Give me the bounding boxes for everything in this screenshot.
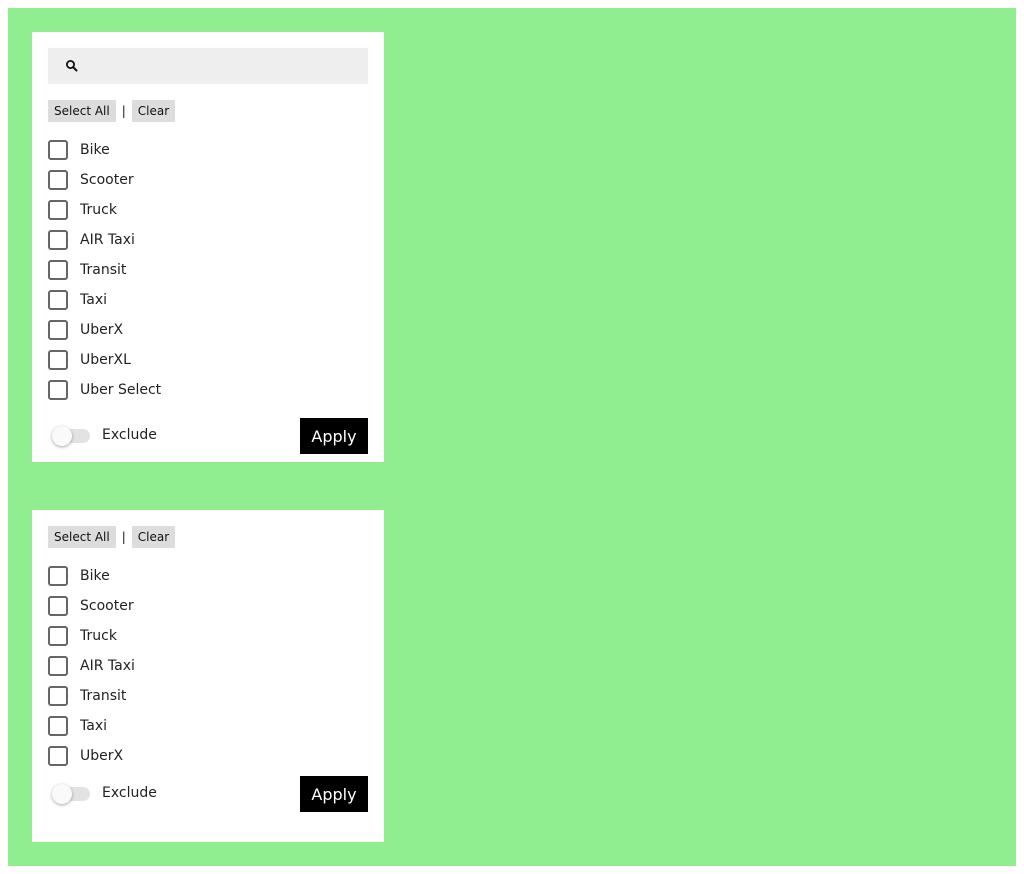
checkbox[interactable]	[48, 626, 68, 646]
checkbox[interactable]	[48, 140, 68, 160]
search-box[interactable]	[48, 48, 368, 84]
list-item[interactable]: Taxi	[48, 711, 368, 741]
toggle-knob[interactable]	[52, 426, 72, 446]
exclude-label: Exclude	[102, 785, 157, 801]
exclude-toggle[interactable]	[52, 426, 90, 446]
checkbox[interactable]	[48, 746, 68, 766]
option-list[interactable]: Bike Scooter Truck AIR Taxi Transit Taxi	[48, 135, 368, 401]
list-item[interactable]: Transit	[48, 681, 368, 711]
clear-button[interactable]: Clear	[131, 526, 176, 548]
list-item[interactable]: Uber Select	[48, 375, 368, 401]
page-background: Select All | Clear Bike Scooter Truck AI…	[8, 8, 1016, 866]
select-all-button[interactable]: Select All	[48, 100, 116, 122]
option-label: Truck	[80, 628, 117, 644]
option-label: Truck	[80, 202, 117, 218]
list-item[interactable]: Transit	[48, 255, 368, 285]
list-item[interactable]: AIR Taxi	[48, 651, 368, 681]
select-all-button[interactable]: Select All	[48, 526, 116, 548]
option-label: Uber Select	[80, 382, 162, 398]
toggle-knob[interactable]	[52, 784, 72, 804]
option-label: UberX	[80, 322, 124, 338]
actions-separator: |	[121, 104, 126, 118]
search-icon	[66, 60, 78, 72]
list-item[interactable]: Scooter	[48, 165, 368, 195]
option-label: AIR Taxi	[80, 658, 135, 674]
option-label: UberXL	[80, 352, 131, 368]
checkbox[interactable]	[48, 686, 68, 706]
option-label: Scooter	[80, 598, 134, 614]
filter-panel-with-search: Select All | Clear Bike Scooter Truck AI…	[32, 32, 384, 462]
option-label: Transit	[80, 688, 127, 704]
list-item[interactable]: UberX	[48, 741, 368, 771]
list-item[interactable]: UberXL	[48, 345, 368, 375]
checkbox[interactable]	[48, 380, 68, 400]
selection-actions: Select All | Clear	[48, 100, 176, 122]
checkbox[interactable]	[48, 260, 68, 280]
list-item[interactable]: UberX	[48, 315, 368, 345]
exclude-toggle[interactable]	[52, 784, 90, 804]
filter-panel: Select All | Clear Bike Scooter Truck AI…	[32, 510, 384, 842]
checkbox[interactable]	[48, 566, 68, 586]
option-label: Bike	[80, 568, 110, 584]
exclude-label: Exclude	[102, 427, 157, 443]
option-label: Scooter	[80, 172, 134, 188]
list-item[interactable]: Bike	[48, 561, 368, 591]
selection-actions: Select All | Clear	[48, 526, 176, 548]
option-label: AIR Taxi	[80, 232, 135, 248]
panel-footer: Exclude Apply	[48, 418, 368, 454]
clear-button[interactable]: Clear	[131, 100, 176, 122]
option-label: UberX	[80, 748, 124, 764]
panel-footer: Exclude Apply	[48, 776, 368, 812]
checkbox[interactable]	[48, 350, 68, 370]
search-input[interactable]	[88, 48, 358, 84]
list-item[interactable]: Bike	[48, 135, 368, 165]
list-item[interactable]: Truck	[48, 621, 368, 651]
checkbox[interactable]	[48, 200, 68, 220]
checkbox[interactable]	[48, 656, 68, 676]
option-label: Taxi	[80, 292, 107, 308]
checkbox[interactable]	[48, 596, 68, 616]
actions-separator: |	[121, 530, 126, 544]
checkbox[interactable]	[48, 290, 68, 310]
checkbox[interactable]	[48, 320, 68, 340]
apply-button[interactable]: Apply	[300, 776, 368, 812]
option-list[interactable]: Bike Scooter Truck AIR Taxi Transit Taxi	[48, 561, 368, 771]
option-label: Transit	[80, 262, 127, 278]
checkbox[interactable]	[48, 716, 68, 736]
list-item[interactable]: AIR Taxi	[48, 225, 368, 255]
list-item[interactable]: Truck	[48, 195, 368, 225]
list-item[interactable]: Taxi	[48, 285, 368, 315]
list-item[interactable]: Scooter	[48, 591, 368, 621]
option-label: Taxi	[80, 718, 107, 734]
checkbox[interactable]	[48, 230, 68, 250]
option-label: Bike	[80, 142, 110, 158]
checkbox[interactable]	[48, 170, 68, 190]
apply-button[interactable]: Apply	[300, 418, 368, 454]
